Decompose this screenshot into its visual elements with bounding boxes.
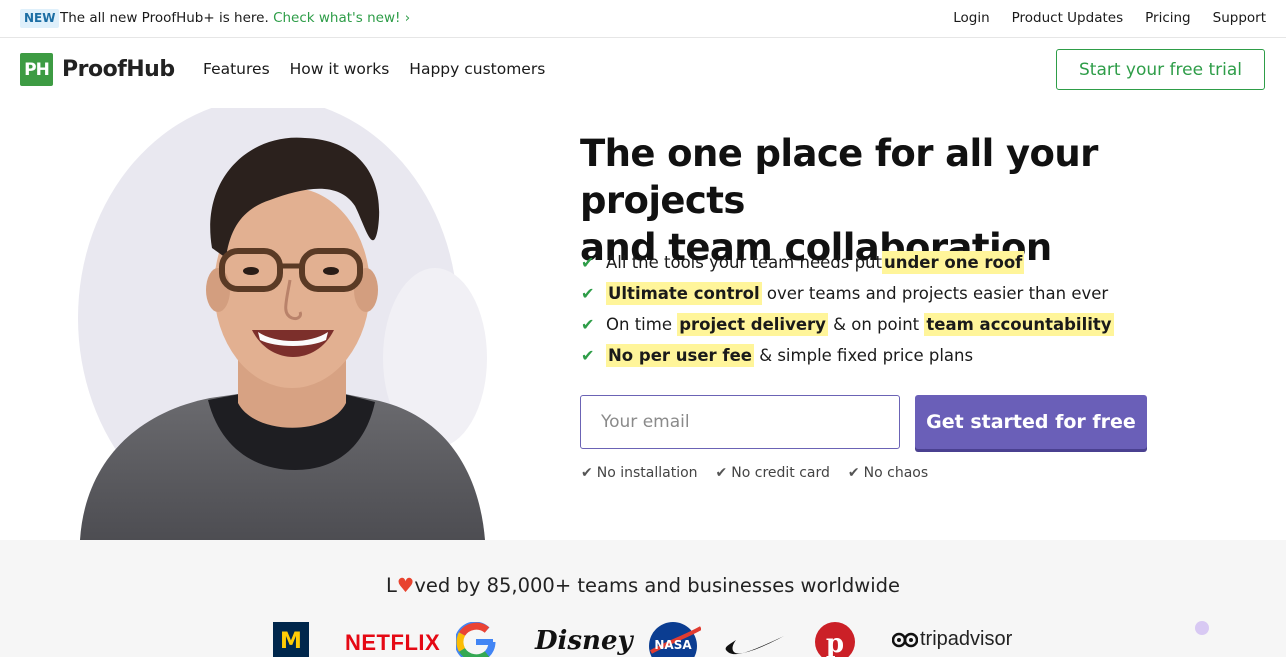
- nasa-logo: NASA: [649, 622, 701, 657]
- perk-item: ✔ No credit card: [716, 465, 830, 481]
- feature-highlight: under one roof: [881, 251, 1025, 274]
- get-started-button[interactable]: Get started for free: [915, 395, 1147, 449]
- check-icon: ✔: [847, 465, 860, 481]
- feature-highlight: project delivery: [677, 313, 828, 336]
- loved-suffix: ved by 85,000+ teams and businesses worl…: [414, 574, 900, 597]
- google-logo: [456, 622, 496, 657]
- nasa-text: NASA: [654, 638, 692, 652]
- feature-list: ✔ All the tools your team needs put unde…: [581, 247, 1114, 371]
- perk-item: ✔ No installation: [581, 465, 698, 481]
- perks-list: ✔ No installation ✔ No credit card ✔ No cha…: [581, 465, 928, 481]
- owl-icon: [892, 632, 918, 647]
- feature-text: over teams and projects easier than ever: [761, 284, 1109, 303]
- announcement-text: The all new ProofHub+ is here. Check wha…: [60, 10, 410, 27]
- headline-line-1: The one place for all your projects: [580, 132, 1098, 222]
- logo-text: ProofHub: [62, 57, 175, 82]
- announcement-message: The all new ProofHub+ is here.: [60, 10, 269, 26]
- feature-text: & on point: [827, 315, 925, 334]
- login-link[interactable]: Login: [953, 10, 989, 27]
- perk-item: ✔ No chaos: [848, 465, 928, 481]
- pricing-link[interactable]: Pricing: [1145, 10, 1191, 27]
- product-updates-link[interactable]: Product Updates: [1012, 10, 1123, 27]
- start-free-trial-button[interactable]: Start your free trial: [1056, 49, 1265, 90]
- feature-text: On time: [606, 315, 678, 334]
- check-icon: ✔: [715, 465, 728, 481]
- disney-logo: Disney: [535, 626, 633, 656]
- chat-widget-dot[interactable]: [1195, 621, 1209, 635]
- tripadvisor-text: tripadvisor: [920, 628, 1013, 650]
- loved-by-text: L♥ved by 85,000+ teams and businesses wo…: [0, 574, 1286, 597]
- nav-features[interactable]: Features: [203, 60, 270, 78]
- check-icon: ✔: [581, 346, 595, 365]
- feature-highlight: team accountability: [924, 313, 1114, 336]
- netflix-logo: NETFLIX: [345, 630, 441, 655]
- customers-section: L♥ved by 85,000+ teams and businesses wo…: [0, 540, 1286, 657]
- feature-text: & simple fixed price plans: [753, 346, 974, 365]
- pinterest-logo: p: [815, 622, 855, 657]
- hero-portrait-image: [40, 108, 500, 540]
- feature-highlight: No per user fee: [606, 344, 754, 367]
- check-icon: ✔: [581, 315, 595, 334]
- support-link[interactable]: Support: [1213, 10, 1266, 27]
- tripadvisor-logo: tripadvisor: [892, 628, 1012, 651]
- check-icon: ✔: [581, 253, 595, 272]
- main-nav: Features How it works Happy customers: [203, 60, 545, 78]
- feature-text: All the tools your team needs put: [606, 253, 882, 272]
- check-icon: ✔: [581, 465, 593, 481]
- nike-logo: [725, 636, 784, 655]
- nav-happy-customers[interactable]: Happy customers: [409, 60, 545, 78]
- loved-prefix: L: [386, 574, 397, 597]
- feature-item: ✔ On time project delivery & on point te…: [581, 309, 1114, 340]
- perk-label: No installation: [596, 465, 698, 481]
- heart-icon: ♥: [396, 574, 415, 597]
- svg-text:p: p: [826, 629, 844, 657]
- check-icon: ✔: [581, 284, 595, 303]
- announcement-bar: NEW The all new ProofHub+ is here. Check…: [0, 0, 1286, 38]
- perk-label: No credit card: [731, 465, 830, 481]
- logo-mark: PH: [20, 53, 53, 86]
- feature-item: ✔ No per user fee & simple fixed price p…: [581, 340, 1114, 371]
- michigan-logo: M: [273, 622, 309, 657]
- customer-logos: M NETFLIX Disney NASA p tripadvisor: [0, 622, 1286, 657]
- feature-highlight: Ultimate control: [606, 282, 762, 305]
- email-input[interactable]: [580, 395, 900, 449]
- top-links: Login Product Updates Pricing Support: [953, 10, 1266, 27]
- perk-label: No chaos: [863, 465, 929, 481]
- new-badge: NEW: [20, 9, 60, 28]
- feature-item: ✔ All the tools your team needs put unde…: [581, 247, 1114, 278]
- whats-new-link[interactable]: Check what's new! ›: [273, 10, 410, 26]
- proofhub-logo[interactable]: PH ProofHub: [20, 53, 175, 86]
- nav-how-it-works[interactable]: How it works: [290, 60, 390, 78]
- svg-text:M: M: [280, 629, 302, 654]
- feature-item: ✔ Ultimate control over teams and projec…: [581, 278, 1114, 309]
